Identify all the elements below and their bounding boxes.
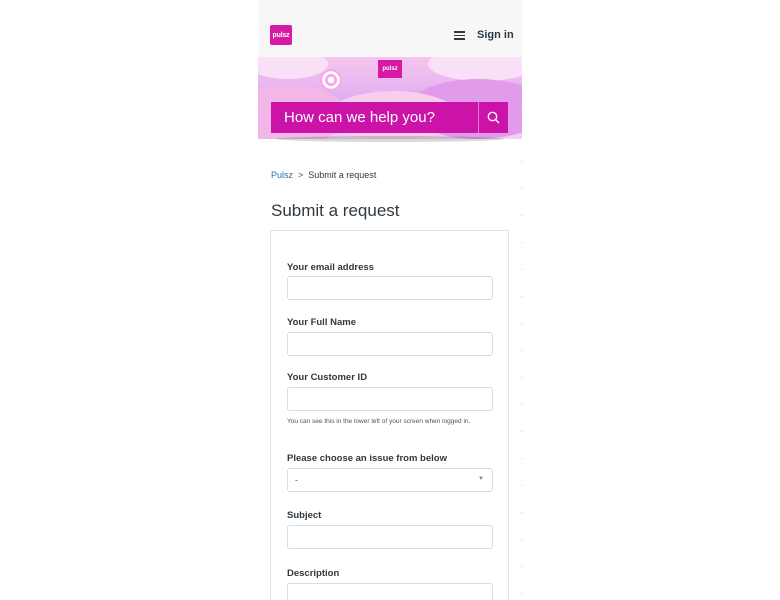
fullname-label: Your Full Name	[287, 317, 356, 328]
customer-id-hint: You can see this in the lower left of yo…	[287, 418, 471, 425]
subject-field[interactable]	[287, 525, 493, 549]
customer-id-field[interactable]	[287, 387, 493, 411]
sign-in-link[interactable]: Sign in	[477, 29, 514, 41]
breadcrumb: Pulsz > Submit a request	[271, 170, 376, 180]
page: pulsz Sign in pulsz Pulsz > Submit a reque…	[258, 0, 522, 600]
page-edge-divider	[521, 0, 523, 600]
issue-select[interactable]: - ▼	[287, 468, 493, 492]
cloud-decoration	[258, 57, 328, 79]
lollipop-decoration	[320, 69, 342, 91]
subject-label: Subject	[287, 510, 322, 521]
search-icon	[487, 111, 500, 124]
cloud-decoration	[428, 57, 522, 81]
request-form: Your email address Your Full Name Your C…	[270, 230, 509, 600]
email-field[interactable]	[287, 276, 493, 300]
hero-banner: pulsz	[258, 57, 522, 139]
description-field[interactable]	[287, 583, 493, 600]
issue-label: Please choose an issue from below	[287, 453, 447, 464]
header: pulsz Sign in	[258, 0, 522, 57]
email-label: Your email address	[287, 262, 374, 273]
search-bar	[271, 102, 508, 133]
page-title: Submit a request	[271, 201, 400, 220]
issue-select-value: -	[295, 475, 298, 485]
breadcrumb-current: Submit a request	[308, 170, 377, 180]
hamburger-icon[interactable]	[454, 29, 468, 41]
chevron-down-icon: ▼	[478, 476, 484, 482]
brand-logo[interactable]: pulsz	[270, 25, 292, 45]
breadcrumb-home-link[interactable]: Pulsz	[271, 170, 293, 180]
search-button[interactable]	[478, 102, 508, 133]
fullname-field[interactable]	[287, 332, 493, 356]
breadcrumb-separator: >	[298, 170, 304, 180]
search-input[interactable]	[271, 102, 477, 133]
hero-logo: pulsz	[378, 60, 402, 78]
description-label: Description	[287, 568, 340, 579]
customer-id-label: Your Customer ID	[287, 372, 368, 383]
hero-shadow	[276, 136, 504, 142]
